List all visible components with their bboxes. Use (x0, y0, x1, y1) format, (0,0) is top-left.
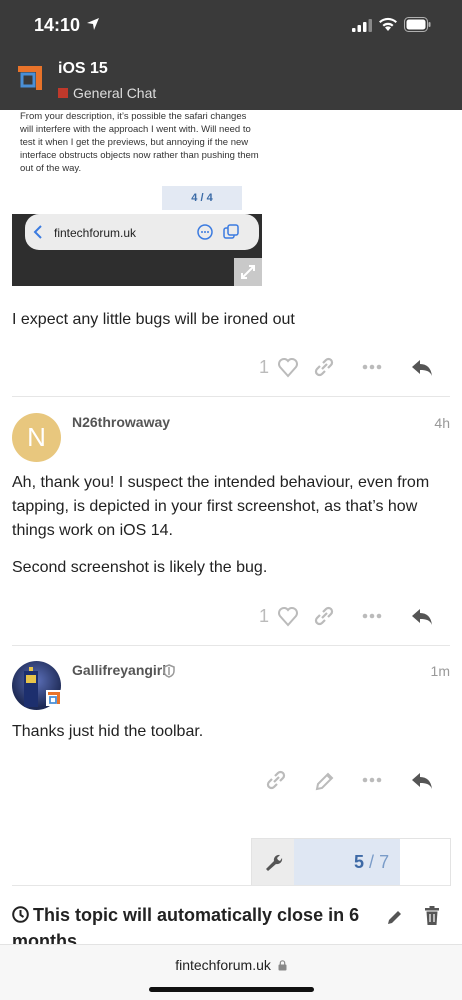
battery-icon (404, 17, 431, 32)
more-icon[interactable] (361, 601, 383, 631)
lock-icon (278, 960, 287, 971)
post-body: I expect any little bugs will be ironed … (12, 311, 295, 328)
topic-timer-notice: This topic will automatically close in 6… (12, 902, 372, 944)
tardis-image (24, 667, 38, 707)
username[interactable]: N26throwaway (72, 414, 170, 430)
topic-progress[interactable]: 5 / 7 (251, 838, 451, 886)
tabs-icon (223, 224, 239, 239)
post-time[interactable]: 1m (431, 663, 450, 679)
status-time: 14:10 (34, 15, 81, 35)
wrench-icon (266, 854, 283, 871)
post-body: Thanks just hid the toolbar. (12, 723, 204, 740)
reply-icon[interactable] (410, 765, 434, 795)
link-icon[interactable] (313, 601, 335, 631)
topic-header: iOS 15 General Chat (0, 50, 462, 110)
wifi-icon (379, 17, 397, 31)
progress-counter: 5 / 7 (354, 852, 389, 873)
post-divider (12, 645, 450, 646)
trash-icon[interactable] (424, 906, 440, 926)
embedded-screenshot[interactable]: From your description, it’s possible the… (12, 110, 262, 286)
link-icon[interactable] (313, 352, 335, 382)
home-indicator (149, 987, 314, 992)
more-icon[interactable] (361, 765, 383, 795)
username[interactable]: Gallifreyangirl (72, 662, 166, 678)
progress-separator: / (369, 852, 375, 872)
shield-icon (163, 664, 175, 678)
url-text: fintechforum.uk (175, 957, 271, 973)
reply-icon[interactable] (410, 601, 434, 631)
link-icon[interactable] (265, 765, 287, 795)
post-divider (12, 396, 450, 397)
post-actions (255, 765, 450, 795)
pencil-icon[interactable] (386, 908, 404, 926)
location-arrow-icon (87, 18, 99, 30)
address-bar[interactable]: fintechforum.uk (0, 957, 462, 973)
category-color-badge (58, 88, 68, 98)
like-count: 1 (259, 606, 270, 626)
heart-icon[interactable] (277, 601, 299, 631)
clock-icon (12, 906, 29, 923)
more-icon[interactable] (361, 352, 383, 382)
forum-logo-icon[interactable] (16, 64, 44, 92)
reply-icon[interactable] (410, 352, 434, 382)
notice-divider (12, 885, 450, 886)
progress-current: 5 (354, 852, 365, 872)
heart-icon[interactable] (277, 352, 299, 382)
forum-badge-icon (46, 690, 62, 706)
signal-icon (352, 19, 372, 32)
embedded-url-text: fintechforum.uk (54, 226, 137, 240)
post-body-paragraph: Ah, thank you! I suspect the intended be… (12, 474, 430, 539)
like-count: 1 (259, 357, 270, 377)
category-link[interactable]: General Chat (73, 85, 156, 101)
post-actions: 1 (255, 601, 450, 631)
more-circle-icon (197, 224, 213, 240)
status-bar: 14:10 (0, 0, 462, 50)
embedded-quote-text: From your description, it’s possible the… (20, 111, 259, 174)
progress-total: 7 (379, 852, 390, 872)
expand-icon (241, 265, 255, 279)
post-body-paragraph: Second screenshot is likely the bug. (12, 559, 268, 576)
admin-menu-button[interactable] (252, 839, 294, 885)
browser-address-bar[interactable]: fintechforum.uk (0, 944, 462, 1000)
post-time[interactable]: 4h (434, 415, 450, 431)
notice-text: This topic will automatically close in 6… (12, 905, 360, 944)
back-chevron-icon (33, 225, 42, 239)
expand-image-button[interactable] (234, 258, 262, 286)
avatar[interactable]: N (12, 413, 61, 462)
embedded-post-counter: 4 / 4 (162, 186, 242, 210)
topic-title[interactable]: iOS 15 (58, 60, 108, 78)
pencil-icon[interactable] (313, 765, 335, 795)
post-actions: 1 (255, 352, 450, 382)
